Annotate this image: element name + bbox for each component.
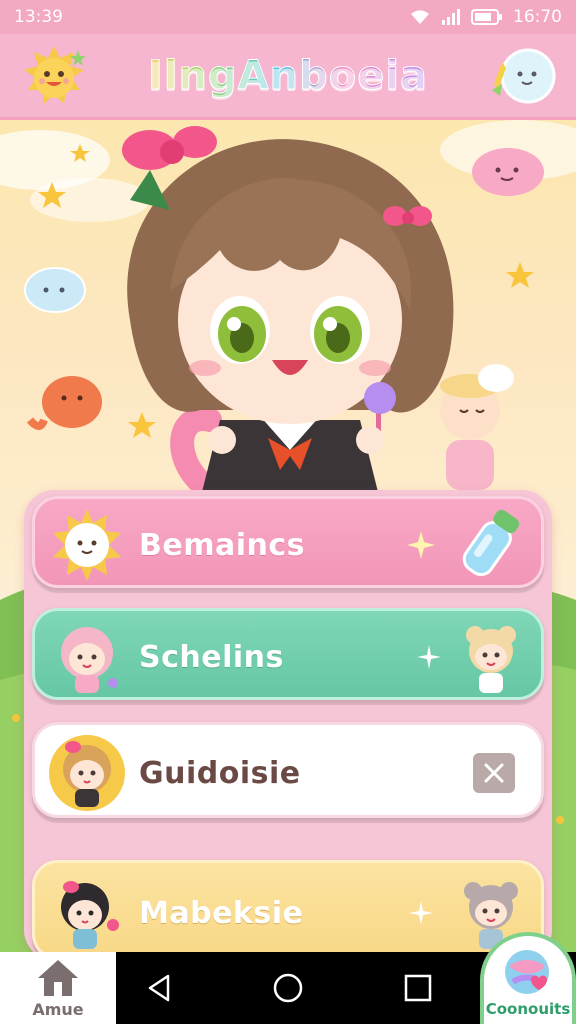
home-tab[interactable]: Amue	[0, 952, 116, 1024]
sparkle-icon	[417, 645, 441, 669]
status-time: 13:39	[14, 7, 63, 27]
menu-item-4-label: Mabeksie	[139, 895, 304, 931]
battery-icon	[471, 8, 503, 26]
status-right: 16:70	[409, 7, 562, 27]
home-circle-icon[interactable]	[270, 970, 306, 1006]
back-icon[interactable]	[142, 970, 178, 1006]
sparkle-icon	[409, 901, 433, 925]
hero-illustration	[0, 120, 576, 500]
menu-item-1[interactable]: Bemaincs	[32, 496, 544, 588]
app-header: IlngAnboeia	[0, 34, 576, 120]
connect-label: Coonouits	[485, 1000, 571, 1018]
sparkle-icon	[407, 531, 435, 559]
cloud-mascot-icon[interactable]	[484, 44, 560, 110]
recents-icon[interactable]	[400, 970, 436, 1006]
bottle-icon	[449, 503, 533, 587]
pink-hair-girl-icon	[47, 617, 127, 697]
app-title: IlngAnboeia	[147, 52, 429, 99]
menu-item-3-label: Guidoisie	[139, 755, 301, 791]
close-icon[interactable]	[473, 753, 515, 793]
menu-item-2-label: Schelins	[139, 639, 284, 675]
menu-item-1-label: Bemaincs	[139, 527, 305, 563]
status-bar: 13:39 16:70	[0, 0, 576, 34]
bear-kid-icon	[449, 615, 533, 699]
dark-hair-girl-icon	[47, 873, 127, 953]
status-right-time: 16:70	[513, 7, 562, 27]
home-label: Amue	[32, 999, 84, 1019]
menu-panel: Bemaincs Schelins Guidoisie Mabeksie	[24, 490, 552, 960]
menu-item-2[interactable]: Schelins	[32, 608, 544, 700]
globe-heart-icon	[505, 950, 549, 994]
menu-item-4[interactable]: Mabeksie	[32, 860, 544, 960]
sun-face-icon	[47, 505, 127, 585]
home-icon	[38, 959, 78, 996]
sun-mascot-icon[interactable]	[18, 44, 90, 110]
connect-button[interactable]: Coonouits	[480, 932, 576, 1024]
signal-icon	[441, 8, 461, 26]
wifi-icon	[409, 8, 431, 26]
blonde-girl-badge-icon	[47, 733, 127, 813]
menu-item-3[interactable]: Guidoisie	[32, 722, 544, 818]
